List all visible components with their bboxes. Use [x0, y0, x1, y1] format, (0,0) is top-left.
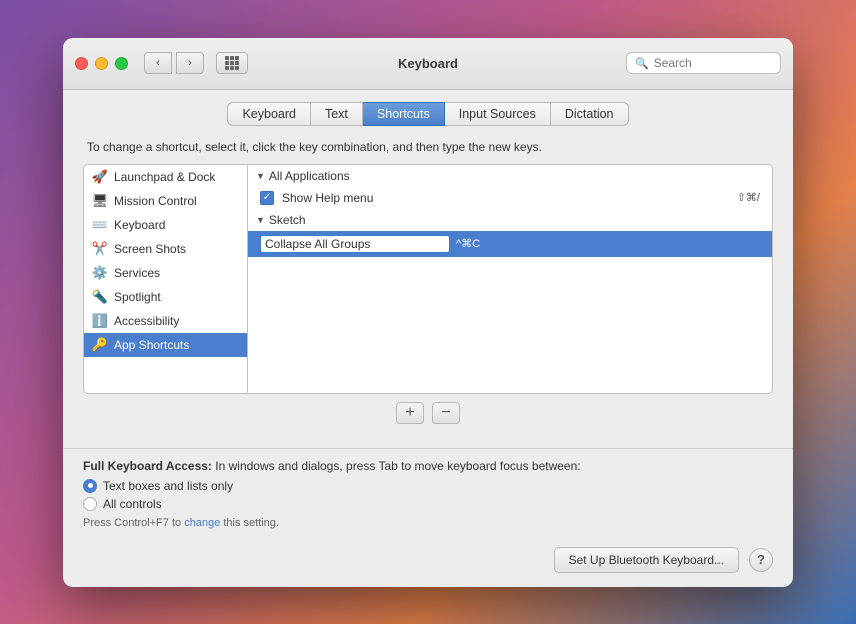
- radio-circle-all-controls[interactable]: [83, 497, 97, 511]
- sidebar-item-app-shortcuts[interactable]: 🔑 App Shortcuts: [84, 333, 247, 357]
- screenshots-icon: ✂️: [92, 241, 108, 257]
- sidebar-item-keyboard[interactable]: ⌨️ Keyboard: [84, 213, 247, 237]
- description-text: To change a shortcut, select it, click t…: [83, 140, 773, 154]
- shortcut-panel: ▼ All Applications ✓ Show Help menu ⇧⌘/ …: [248, 164, 773, 394]
- section-label: All Applications: [269, 169, 350, 183]
- tab-input-sources[interactable]: Input Sources: [445, 102, 551, 126]
- collapse-triangle-sketch-icon: ▼: [256, 215, 265, 225]
- sidebar-item-label: Services: [114, 266, 160, 280]
- content-area: Keyboard Text Shortcuts Input Sources Di…: [63, 90, 793, 444]
- add-shortcut-button[interactable]: +: [396, 402, 424, 424]
- sidebar-item-label: Keyboard: [114, 218, 165, 232]
- shortcut-collapse-groups[interactable]: ^⌘C: [248, 231, 772, 257]
- grid-button[interactable]: [216, 52, 248, 74]
- collapse-triangle-icon: ▼: [256, 171, 265, 181]
- services-icon: ⚙️: [92, 265, 108, 281]
- sidebar-item-screenshots[interactable]: ✂️ Screen Shots: [84, 237, 247, 261]
- maximize-button[interactable]: [115, 57, 128, 70]
- sidebar-item-services[interactable]: ⚙️ Services: [84, 261, 247, 285]
- keyboard-icon: ⌨️: [92, 217, 108, 233]
- search-icon: 🔍: [635, 57, 649, 70]
- search-input[interactable]: [654, 56, 772, 70]
- hint-text: Press Control+F7 to change this setting.: [83, 517, 773, 529]
- radio-text-boxes[interactable]: Text boxes and lists only: [83, 479, 773, 493]
- add-remove-bar: + −: [83, 394, 773, 428]
- radio-dot: [88, 483, 93, 488]
- remove-shortcut-button[interactable]: −: [432, 402, 460, 424]
- radio-label: All controls: [103, 497, 162, 511]
- minimize-button[interactable]: [95, 57, 108, 70]
- launchpad-icon: 🚀: [92, 169, 108, 185]
- footer: Set Up Bluetooth Keyboard... ?: [63, 537, 793, 587]
- traffic-lights: [75, 57, 128, 70]
- mission-control-icon: 🖥: [92, 193, 108, 209]
- back-button[interactable]: ‹: [144, 52, 172, 74]
- sidebar-item-label: Screen Shots: [114, 242, 186, 256]
- app-shortcuts-icon: 🔑: [92, 337, 108, 353]
- sidebar-item-launchpad[interactable]: 🚀 Launchpad & Dock: [84, 165, 247, 189]
- sidebar-item-label: Accessibility: [114, 314, 179, 328]
- change-link[interactable]: change: [184, 517, 220, 529]
- forward-button[interactable]: ›: [176, 52, 204, 74]
- radio-all-controls[interactable]: All controls: [83, 497, 773, 511]
- sidebar-item-label: Spotlight: [114, 290, 161, 304]
- main-area: 🚀 Launchpad & Dock 🖥 Mission Control ⌨️ …: [83, 164, 773, 394]
- accessibility-icon: ℹ️: [92, 313, 108, 329]
- nav-buttons: ‹ ›: [144, 52, 204, 74]
- sidebar-item-mission-control[interactable]: 🖥 Mission Control: [84, 189, 247, 213]
- section-all-applications[interactable]: ▼ All Applications: [248, 165, 772, 187]
- shortcut-show-help[interactable]: ✓ Show Help menu ⇧⌘/: [248, 187, 772, 209]
- sidebar-item-label: App Shortcuts: [114, 338, 189, 352]
- radio-circle-text-boxes[interactable]: [83, 479, 97, 493]
- shortcut-checkbox[interactable]: ✓: [260, 191, 274, 205]
- radio-label: Text boxes and lists only: [103, 479, 233, 493]
- sidebar-item-label: Mission Control: [114, 194, 197, 208]
- spotlight-icon: 🔦: [92, 289, 108, 305]
- shortcut-edit-field[interactable]: [260, 235, 450, 253]
- shortcut-name: Show Help menu: [282, 191, 729, 205]
- section-label: Sketch: [269, 213, 306, 227]
- shortcut-key-badge: ^⌘C: [450, 236, 486, 251]
- sidebar-item-label: Launchpad & Dock: [114, 170, 215, 184]
- sidebar-item-spotlight[interactable]: 🔦 Spotlight: [84, 285, 247, 309]
- keyboard-access-label: Full Keyboard Access:: [83, 459, 212, 473]
- keyboard-access-title: Full Keyboard Access: In windows and dia…: [83, 459, 773, 473]
- section-sketch[interactable]: ▼ Sketch: [248, 209, 772, 231]
- bluetooth-keyboard-button[interactable]: Set Up Bluetooth Keyboard...: [554, 547, 739, 573]
- tab-keyboard[interactable]: Keyboard: [227, 102, 311, 126]
- sidebar-item-accessibility[interactable]: ℹ️ Accessibility: [84, 309, 247, 333]
- search-box[interactable]: 🔍: [626, 52, 781, 74]
- keyboard-access-section: Full Keyboard Access: In windows and dia…: [63, 448, 793, 537]
- tab-shortcuts[interactable]: Shortcuts: [363, 102, 445, 126]
- help-button[interactable]: ?: [749, 548, 773, 572]
- tab-text[interactable]: Text: [311, 102, 363, 126]
- close-button[interactable]: [75, 57, 88, 70]
- sidebar: 🚀 Launchpad & Dock 🖥 Mission Control ⌨️ …: [83, 164, 248, 394]
- tabs: Keyboard Text Shortcuts Input Sources Di…: [83, 102, 773, 126]
- tab-dictation[interactable]: Dictation: [551, 102, 629, 126]
- keyboard-preferences-window: ‹ › Keyboard 🔍 Keyboard Text Shortcuts I…: [63, 38, 793, 587]
- titlebar: ‹ › Keyboard 🔍: [63, 38, 793, 90]
- grid-icon: [225, 56, 239, 70]
- radio-group: Text boxes and lists only All controls: [83, 479, 773, 511]
- shortcut-keys: ⇧⌘/: [737, 191, 760, 204]
- check-mark-icon: ✓: [263, 192, 271, 203]
